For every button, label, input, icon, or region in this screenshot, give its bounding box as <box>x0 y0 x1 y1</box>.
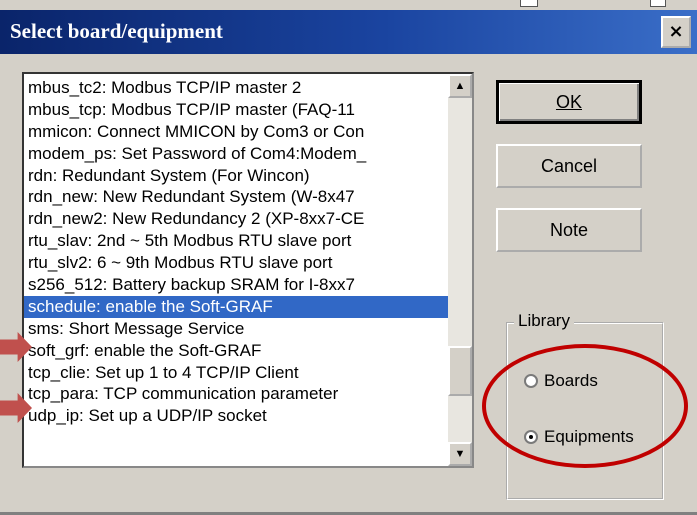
list-item[interactable]: tcp_para: TCP communication parameter <box>24 383 450 405</box>
title-bar: Select board/equipment × <box>0 10 697 54</box>
list-item[interactable]: rtu_slv2: 6 ~ 9th Modbus RTU slave port <box>24 252 450 274</box>
taskbar-icon <box>650 0 666 7</box>
ok-button[interactable]: OK <box>496 80 642 124</box>
cancel-button-label: Cancel <box>540 156 598 176</box>
list-item[interactable]: rdn: Redundant System (For Wincon) <box>24 165 450 187</box>
window-title: Select board/equipment <box>10 19 223 43</box>
list-item[interactable]: udp_ip: Set up a UDP/IP socket <box>24 405 450 427</box>
equipment-listbox[interactable]: mbus_tc2: Modbus TCP/IP master 2 mbus_tcp… <box>22 72 474 468</box>
list-item[interactable]: rdn_new2: New Redundancy 2 (XP-8xx7-CE <box>24 208 450 230</box>
list-item[interactable]: modem_ps: Set Password of Com4:Modem_ <box>24 143 450 165</box>
cancel-button[interactable]: Cancel <box>496 144 642 188</box>
list-item[interactable]: rtu_slav: 2nd ~ 5th Modbus RTU slave por… <box>24 230 450 252</box>
list-item[interactable]: mbus_tcp: Modbus TCP/IP master (FAQ-11 <box>24 99 450 121</box>
note-button-label: Note <box>549 220 589 240</box>
vertical-scrollbar[interactable]: ▲ ▼ <box>448 74 472 466</box>
desktop-strip <box>0 0 697 10</box>
list-item[interactable]: soft_grf: enable the Soft-GRAF <box>24 340 450 362</box>
taskbar-icon <box>520 0 538 7</box>
ok-button-label: OK <box>555 92 582 112</box>
list-item[interactable]: sms: Short Message Service <box>24 318 450 340</box>
scroll-down-button[interactable]: ▼ <box>448 442 472 466</box>
scroll-up-button[interactable]: ▲ <box>448 74 472 98</box>
note-button[interactable]: Note <box>496 208 642 252</box>
scroll-thumb[interactable] <box>448 346 472 396</box>
close-button[interactable]: × <box>661 16 691 48</box>
equipment-list: mbus_tc2: Modbus TCP/IP master 2 mbus_tcp… <box>24 77 450 427</box>
list-item[interactable]: s256_512: Battery backup SRAM for I-8xx7 <box>24 274 450 296</box>
library-label: Library <box>514 311 574 331</box>
annotation-ellipse <box>482 344 688 468</box>
list-item[interactable]: rdn_new: New Redundant System (W-8x47 <box>24 186 450 208</box>
list-item[interactable]: mmicon: Connect MMICON by Com3 or Con <box>24 121 450 143</box>
list-item[interactable]: mbus_tc2: Modbus TCP/IP master 2 <box>24 77 450 99</box>
list-item-selected[interactable]: schedule: enable the Soft-GRAF <box>24 295 450 318</box>
list-item[interactable]: tcp_clie: Set up 1 to 4 TCP/IP Client <box>24 362 450 384</box>
